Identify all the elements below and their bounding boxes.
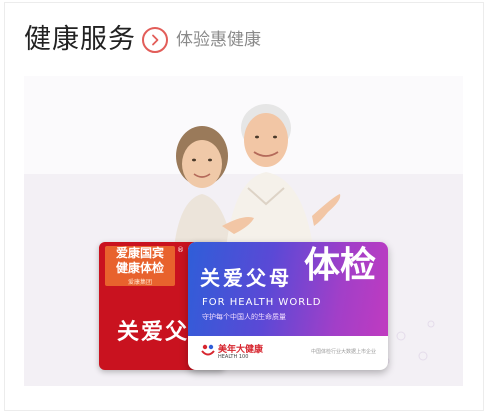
red-card-slogan: 关爱父 (117, 320, 190, 345)
meinian-logo-english: HEALTH 100 (218, 354, 249, 360)
card-footer-text: 中国体检行业大数据上市企业 (310, 349, 376, 355)
section-title: 健康服务 (24, 24, 136, 55)
card-big-characters: 体检 (303, 244, 376, 286)
card-slogan: 守护每个中国人的生命质量 (202, 313, 286, 321)
aikang-brand-label: 爱康国宾 (115, 246, 164, 260)
chevron-right-circle-icon[interactable] (142, 27, 168, 53)
section-header: 健康服务 体验惠健康 (24, 20, 261, 60)
card-heading: 关爱父母 (200, 266, 292, 290)
health-checkup-banner[interactable]: 爱康国宾 健康体检 爱康集团 ® 关爱父 关爱父母 体检 FOR HEALTH … (24, 76, 463, 386)
aikang-group-label: 爱康集团 (127, 279, 152, 286)
meinian-logo-icon (201, 344, 215, 356)
aikang-service-label: 健康体检 (115, 261, 164, 275)
card-english-tagline: FOR HEALTH WORLD (202, 297, 322, 308)
registered-mark: ® (177, 246, 184, 254)
meinian-checkup-card: 关爱父母 体检 FOR HEALTH WORLD 守护每个中国人的生命质量 美年… (188, 242, 388, 370)
section-subtitle-link[interactable]: 体验惠健康 (176, 20, 261, 60)
